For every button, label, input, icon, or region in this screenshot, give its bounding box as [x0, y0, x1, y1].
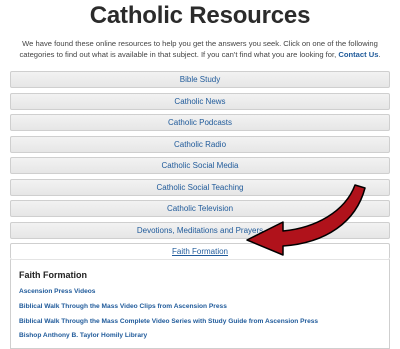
- panel-heading: Faith Formation: [19, 270, 87, 280]
- accordion-item-catholic-podcasts[interactable]: Catholic Podcasts: [10, 114, 390, 131]
- intro-text: We have found these online resources to …: [14, 39, 386, 61]
- resource-link[interactable]: Biblical Walk Through the Mass Complete …: [19, 318, 381, 325]
- intro-end: .: [378, 49, 381, 59]
- accordion-item-catholic-television[interactable]: Catholic Television: [10, 200, 390, 217]
- accordion-item-devotions[interactable]: Devotions, Meditations and Prayers: [10, 221, 390, 239]
- category-accordion: Bible Study Catholic News Catholic Podca…: [10, 71, 390, 349]
- accordion-item-catholic-radio[interactable]: Catholic Radio: [10, 135, 390, 153]
- accordion-item-catholic-news[interactable]: Catholic News: [10, 92, 390, 110]
- faith-formation-panel: Faith Formation Ascension Press Videos B…: [10, 259, 390, 349]
- intro-body: We have found these online resources to …: [19, 39, 378, 59]
- accordion-item-bible-study[interactable]: Bible Study: [10, 71, 390, 88]
- page-title: Catholic Resources: [89, 2, 311, 29]
- contact-us-link[interactable]: Contact Us: [338, 50, 378, 59]
- accordion-item-faith-formation[interactable]: Faith Formation: [10, 243, 390, 259]
- resource-link[interactable]: Ascension Press Videos: [19, 288, 381, 295]
- accordion-item-catholic-social-media[interactable]: Catholic Social Media: [10, 157, 390, 174]
- resource-link[interactable]: Biblical Walk Through the Mass Video Cli…: [19, 303, 381, 310]
- resource-link[interactable]: Bishop Anthony B. Taylor Homily Library: [19, 332, 381, 339]
- accordion-item-catholic-social-teaching[interactable]: Catholic Social Teaching: [10, 178, 390, 196]
